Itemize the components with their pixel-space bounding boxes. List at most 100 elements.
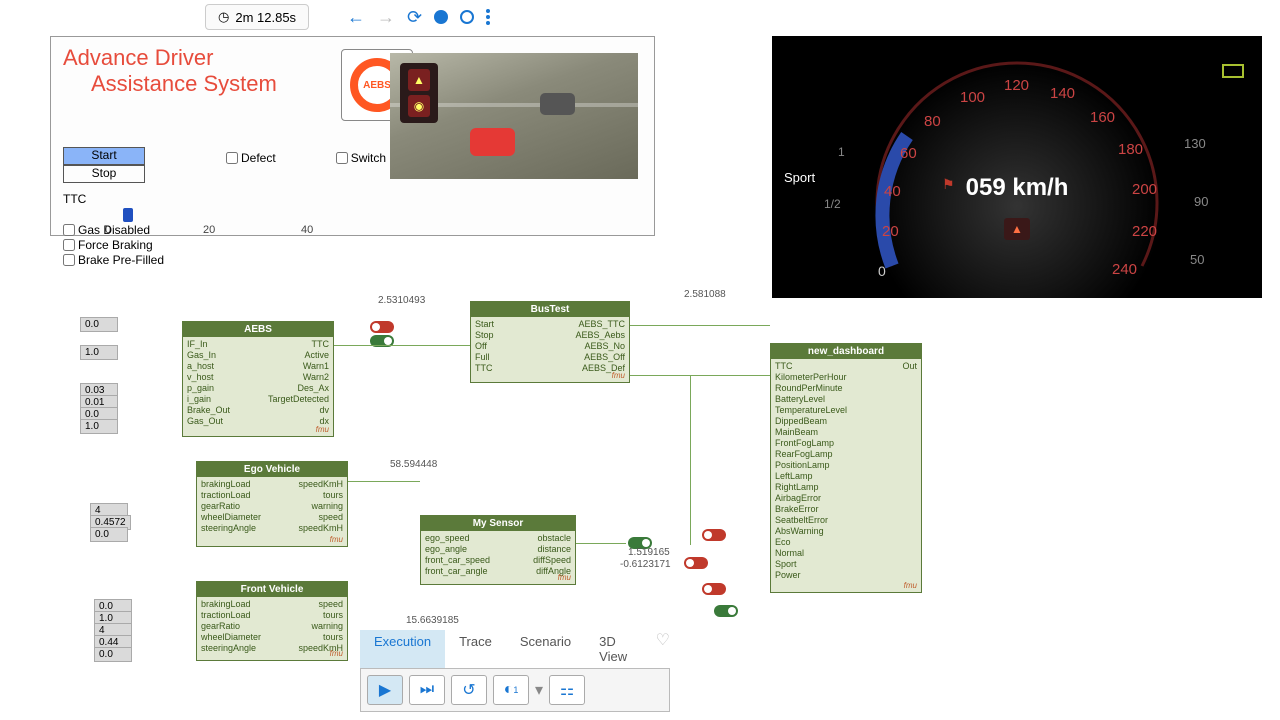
tab-execution[interactable]: Execution	[360, 630, 445, 668]
brake-prefilled-checkbox[interactable]: Brake Pre-Filled	[63, 253, 164, 267]
const-8: 0.0	[90, 527, 128, 542]
tab-strip: Execution Trace Scenario 3D View ♡	[360, 630, 670, 669]
fmu-tag: fmu	[612, 371, 625, 380]
top-toolbar: ◷ 2m 12.85s ← → ⟳	[205, 4, 490, 30]
ttc-thumb[interactable]	[123, 208, 133, 222]
block-dash-title: new_dashboard	[771, 344, 921, 359]
block-dashboard[interactable]: new_dashboard TTCKilometerPerHourRoundPe…	[770, 343, 922, 593]
block-aebs-title: AEBS	[183, 322, 333, 337]
svg-text:60: 60	[900, 145, 917, 162]
collision-warning-icon: ▲	[1004, 218, 1030, 240]
exec-toolbar: ▶ ⏭ ↺ ◐1 ▾ ⚏	[360, 669, 670, 712]
timer-text: 2m 12.85s	[235, 10, 296, 25]
block-sensor[interactable]: My Sensor ego_speedego_anglefront_car_sp…	[420, 515, 576, 585]
gas-disabled-label: Gas Disabled	[78, 223, 150, 237]
svg-text:120: 120	[1004, 77, 1029, 94]
svg-text:200: 200	[1132, 181, 1157, 198]
switch-aebs-1[interactable]	[370, 321, 394, 333]
block-bustest[interactable]: BusTest StartStopOffFullTTCAEBS_TTCAEBS_…	[470, 301, 630, 383]
forward-arrow-icon[interactable]: →	[377, 7, 395, 28]
stop-button[interactable]: Stop	[63, 165, 145, 183]
brake-prefilled-label: Brake Pre-Filled	[78, 253, 164, 267]
probe-bus-ttc: 2.581088	[684, 289, 726, 300]
svg-text:40: 40	[884, 183, 901, 200]
front-car-icon	[540, 93, 575, 115]
probe-aebs-ttc: 2.5310493	[378, 295, 425, 306]
tab-trace[interactable]: Trace	[445, 630, 506, 668]
block-aebs[interactable]: AEBS IF_InGas_Ina_hostv_hostp_gaini_gain…	[182, 321, 334, 437]
clock-icon: ◷	[218, 9, 229, 25]
block-front-title: Front Vehicle	[197, 582, 347, 597]
switch-dash-4[interactable]	[714, 605, 738, 617]
favorite-icon[interactable]: ♡	[656, 630, 670, 668]
checkered-flag-icon: ⚑	[942, 176, 955, 193]
start-button[interactable]: Start	[63, 147, 145, 165]
switch-dash-1[interactable]	[702, 529, 726, 541]
svg-text:90: 90	[1194, 194, 1208, 209]
switch-label: Switch	[351, 151, 386, 165]
dashboard-gauge: 0 20 40 60 80 100 120 140 160 180 200 22…	[772, 36, 1262, 298]
probe-distance: 1.519165	[628, 547, 670, 558]
tab-3dview[interactable]: 3D View	[585, 630, 650, 668]
svg-text:50: 50	[1190, 252, 1204, 267]
probe-diffspeed: -0.6123171	[620, 559, 671, 570]
const-1: 1.0	[80, 345, 118, 360]
dropdown-caret-icon[interactable]: ▾	[535, 680, 543, 700]
block-sensor-title: My Sensor	[421, 516, 575, 531]
block-front[interactable]: Front Vehicle brakingLoadtractionLoadgea…	[196, 581, 348, 661]
step-button[interactable]: ⏭	[409, 675, 445, 705]
svg-text:180: 180	[1118, 141, 1143, 158]
play-button[interactable]: ▶	[367, 675, 403, 705]
block-ego[interactable]: Ego Vehicle brakingLoadtractionLoadgearR…	[196, 461, 348, 547]
svg-text:160: 160	[1090, 109, 1115, 126]
refresh-icon[interactable]: ⟳	[407, 7, 422, 28]
switch-checkbox[interactable]: Switch	[336, 151, 386, 165]
fmu-tag: fmu	[558, 573, 571, 582]
ttc-label: TTC	[63, 192, 86, 206]
settings-toggles-button[interactable]: ⚏	[549, 675, 585, 705]
defect-checkbox[interactable]: Defect	[226, 151, 276, 165]
svg-text:240: 240	[1112, 261, 1137, 278]
scene-preview: ▲◉	[390, 53, 638, 179]
battery-icon	[1222, 64, 1244, 78]
reset-button[interactable]: ↺	[451, 675, 487, 705]
back-arrow-icon[interactable]: ←	[347, 7, 365, 28]
svg-text:80: 80	[924, 113, 941, 130]
const-5: 1.0	[80, 419, 118, 434]
speed-gauge-button[interactable]: ◐1	[493, 675, 529, 705]
force-braking-checkbox[interactable]: Force Braking	[63, 238, 164, 252]
record-filled-icon[interactable]	[434, 10, 448, 24]
ego-car-icon	[470, 128, 515, 156]
switch-aebs-2[interactable]	[370, 335, 394, 347]
svg-text:130: 130	[1184, 136, 1206, 151]
record-empty-icon[interactable]	[460, 10, 474, 24]
fmu-tag: fmu	[330, 535, 343, 544]
fmu-tag: fmu	[316, 425, 329, 434]
force-braking-label: Force Braking	[78, 238, 153, 252]
svg-text:20: 20	[882, 223, 899, 240]
fmu-tag: fmu	[330, 649, 343, 658]
ttc-tick-2: 40	[301, 224, 313, 236]
ttc-tick-1: 20	[203, 224, 215, 236]
block-ego-title: Ego Vehicle	[197, 462, 347, 477]
svg-text:140: 140	[1050, 85, 1075, 102]
defect-label: Defect	[241, 151, 276, 165]
kebab-menu-icon[interactable]	[486, 9, 490, 25]
tab-scenario[interactable]: Scenario	[506, 630, 585, 668]
adas-panel: Advance Driver Assistance System AEBS ▲◉…	[50, 36, 655, 236]
svg-text:1/2: 1/2	[824, 197, 841, 211]
switch-dash-3[interactable]	[702, 583, 726, 595]
block-bustest-title: BusTest	[471, 302, 629, 317]
const-0: 0.0	[80, 317, 118, 332]
drive-mode: Sport	[784, 170, 815, 185]
switch-dash-2[interactable]	[684, 557, 708, 569]
svg-text:100: 100	[960, 89, 985, 106]
probe-front-speed: 15.6639185	[406, 615, 459, 626]
warning-indicator-box: ▲◉	[400, 63, 438, 123]
probe-ego-speed: 58.594448	[390, 459, 437, 470]
fmu-tag: fmu	[904, 581, 917, 590]
block-diagram[interactable]: 0.0 1.0 0.03 0.01 0.0 1.0 4 0.4572 0.0 0…	[70, 285, 1260, 660]
gas-disabled-checkbox[interactable]: Gas Disabled	[63, 223, 164, 237]
timer-pill: ◷ 2m 12.85s	[205, 4, 309, 30]
svg-text:220: 220	[1132, 223, 1157, 240]
